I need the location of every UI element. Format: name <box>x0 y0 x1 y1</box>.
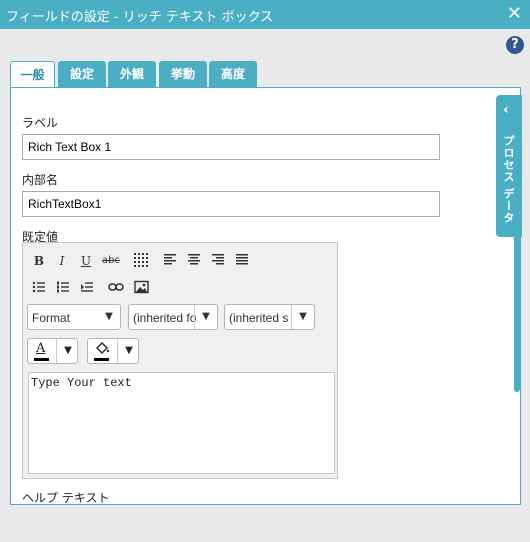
dialog-titlebar: フィールドの設定 - リッチ テキスト ボックス ✕ <box>0 0 530 29</box>
font-family-select[interactable]: (inherited fo ▼ <box>128 304 218 330</box>
chevron-down-icon: ▼ <box>194 305 217 329</box>
close-icon[interactable]: ✕ <box>507 3 522 24</box>
chevron-down-icon: ▼ <box>291 305 314 329</box>
background-color-button[interactable]: ▼ <box>87 338 139 364</box>
font-family-select-value: (inherited fo <box>133 311 197 325</box>
image-icon[interactable] <box>132 280 150 298</box>
help-text-caption: ヘルプ テキスト <box>22 491 110 505</box>
help-icon[interactable]: ? <box>506 36 524 54</box>
tab-advanced[interactable]: 高度 <box>209 61 257 87</box>
paint-bucket-icon <box>94 341 110 359</box>
background-color-swatch <box>94 358 109 361</box>
tab-general[interactable]: 一般 <box>10 61 55 88</box>
tab-appearance[interactable]: 外観 <box>108 61 156 87</box>
format-select[interactable]: Format ▼ <box>27 304 121 330</box>
process-data-panel-toggle[interactable]: ‹ プロセス データ <box>496 95 522 237</box>
tab-settings[interactable]: 設定 <box>58 61 106 87</box>
format-select-value: Format <box>32 311 71 325</box>
indent-icon[interactable] <box>78 280 96 298</box>
table-icon[interactable] <box>132 252 150 270</box>
align-center-icon[interactable] <box>185 252 203 270</box>
justify-icon[interactable] <box>233 252 251 270</box>
chevron-left-icon: ‹ <box>503 102 509 118</box>
internal-name-input[interactable] <box>22 191 440 217</box>
chevron-down-icon[interactable]: ▼ <box>117 339 140 363</box>
underline-button[interactable]: U <box>77 252 95 270</box>
text-color-button[interactable]: A ▼ <box>27 338 78 364</box>
italic-button[interactable]: I <box>53 252 71 270</box>
numbered-list-icon[interactable] <box>54 280 72 298</box>
label-caption: ラベル <box>22 116 59 130</box>
strikethrough-button[interactable]: abc <box>100 252 122 270</box>
text-color-icon: A <box>36 341 46 356</box>
internal-name-caption: 内部名 <box>22 173 59 187</box>
link-icon[interactable] <box>107 280 125 298</box>
chevron-down-icon[interactable]: ▼ <box>56 339 79 363</box>
font-size-select-value: (inherited s <box>229 311 289 325</box>
chevron-down-icon: ▼ <box>105 311 113 322</box>
process-data-label: プロセス データ <box>502 135 515 224</box>
font-size-select[interactable]: (inherited s ▼ <box>224 304 315 330</box>
bold-button[interactable]: B <box>30 252 48 270</box>
label-input[interactable] <box>22 134 440 160</box>
align-right-icon[interactable] <box>209 252 227 270</box>
dialog-title: フィールドの設定 - リッチ テキスト ボックス <box>6 10 274 25</box>
rich-text-content-area[interactable]: Type Your text <box>28 372 335 474</box>
tab-behavior[interactable]: 挙動 <box>159 61 207 87</box>
bullet-list-icon[interactable] <box>30 280 48 298</box>
align-left-icon[interactable] <box>161 252 179 270</box>
text-color-swatch <box>34 358 49 361</box>
